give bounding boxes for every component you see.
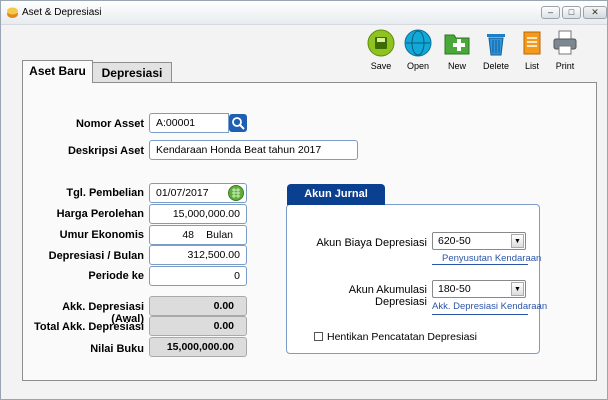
tab-aset-baru[interactable]: Aset Baru (22, 60, 93, 83)
calendar-icon[interactable] (228, 185, 244, 201)
open-label: Open (406, 61, 430, 71)
list-doc-icon (523, 31, 541, 55)
umur-ekonomis-unit: Bulan (206, 229, 233, 241)
depresiasi-bulan-field[interactable]: 312,500.00 (149, 245, 247, 265)
minimize-button[interactable]: – (541, 6, 560, 19)
print-label: Print (555, 61, 575, 71)
umur-ekonomis-label: Umur Ekonomis (59, 229, 144, 241)
deskripsi-aset-field[interactable]: Kendaraan Honda Beat tahun 2017 (149, 140, 358, 160)
window-title: Aset & Depresiasi (22, 7, 102, 18)
app-window: Aset & Depresiasi – □ ✕ Save Open New De… (0, 0, 608, 400)
depresiasi-bulan-label: Depresiasi / Bulan (48, 250, 144, 262)
trash-icon (487, 34, 505, 56)
tgl-pembelian-label: Tgl. Pembelian (66, 187, 144, 199)
printer-icon (553, 30, 577, 55)
akun-biaya-underline (432, 264, 528, 265)
total-akk-depresiasi-field: 0.00 (149, 316, 247, 336)
umur-ekonomis-value: 48 (182, 229, 194, 241)
akun-akumulasi-value: 180-50 (438, 283, 471, 295)
akun-biaya-value: 620-50 (438, 235, 471, 247)
new-label: New (447, 61, 466, 71)
akun-akumulasi-select[interactable]: 180-50 ▼ (432, 280, 526, 298)
title-bar: Aset & Depresiasi – □ ✕ (1, 1, 607, 25)
tab-depresiasi[interactable]: Depresiasi (92, 62, 172, 83)
akun-akumulasi-desc: Akk. Depresiasi Kendaraan (432, 301, 548, 312)
periode-ke-field[interactable]: 0 (149, 266, 247, 286)
akk-depresiasi-awal-field: 0.00 (149, 296, 247, 316)
save-disk-icon (367, 29, 395, 57)
new-folder-plus-icon (444, 34, 470, 55)
open-globe-icon (404, 29, 432, 57)
akun-biaya-select[interactable]: 620-50 ▼ (432, 232, 526, 250)
akun-biaya-label: Akun Biaya Depresiasi (316, 237, 427, 249)
chevron-down-icon: ▼ (511, 282, 524, 296)
nomor-asset-label: Nomor Asset (75, 118, 144, 130)
nilai-buku-field: 15,000,000.00 (149, 337, 247, 357)
app-icon (7, 7, 18, 18)
harga-perolehan-label: Harga Perolehan (56, 208, 144, 220)
new-button[interactable]: New (435, 29, 479, 73)
deskripsi-aset-label: Deskripsi Aset (67, 145, 144, 157)
harga-perolehan-field[interactable]: 15,000,000.00 (149, 204, 247, 224)
umur-ekonomis-field[interactable]: 48 Bulan (149, 225, 247, 245)
chevron-down-icon: ▼ (511, 234, 524, 248)
akun-jurnal-tab[interactable]: Akun Jurnal (287, 184, 385, 205)
hentikan-label: Hentikan Pencatatan Depresiasi (327, 331, 478, 343)
nilai-buku-label: Nilai Buku (90, 343, 144, 355)
akun-akumulasi-label: Akun Akumulasi Depresiasi (348, 284, 427, 308)
print-button[interactable]: Print (543, 29, 587, 73)
akun-akumulasi-underline (432, 314, 528, 315)
open-button[interactable]: Open (396, 29, 440, 73)
maximize-button[interactable]: □ (562, 6, 581, 19)
hentikan-checkbox[interactable] (314, 332, 323, 341)
akun-biaya-desc: Penyusutan Kendaraan (442, 253, 542, 264)
periode-ke-label: Periode ke (88, 270, 144, 282)
nomor-asset-field[interactable]: A:00001 (149, 113, 229, 133)
close-button[interactable]: ✕ (583, 6, 607, 19)
total-akk-depresiasi-label: Total Akk. Depresiasi (33, 321, 144, 333)
search-icon[interactable] (229, 114, 247, 132)
